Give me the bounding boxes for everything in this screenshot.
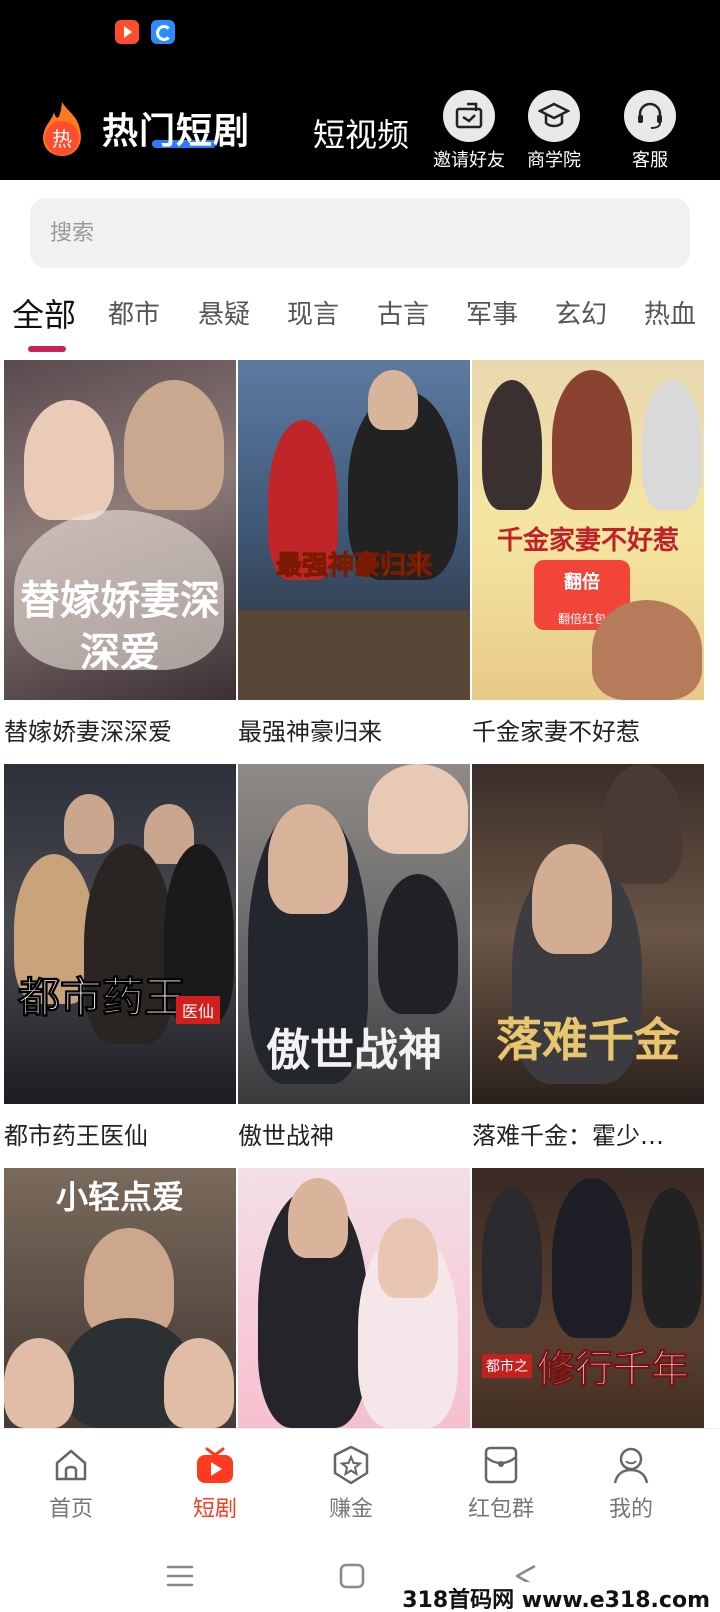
poster-tag: 都市之 <box>482 1354 532 1378</box>
tab-earn-label: 赚金 <box>328 1497 373 1522</box>
fire-logo-icon: 热 <box>38 100 86 158</box>
category-tab-all[interactable]: 全部 <box>12 290 76 336</box>
tv-play-icon <box>195 1445 235 1485</box>
drama-poster <box>238 1168 470 1428</box>
drama-poster: 傲世战神 <box>238 764 470 1104</box>
drama-card[interactable]: 落难千金 落难千金：霍少… <box>472 764 704 1151</box>
tab-red-packet-group[interactable]: 红包群 <box>456 1445 546 1523</box>
tab-short-drama-label: 短剧 <box>192 1497 237 1522</box>
tab-home[interactable]: 首页 <box>26 1445 116 1523</box>
bottom-tab-bar: 首页 短剧 赚金 红包群 我的 <box>0 1428 720 1538</box>
business-school-label: 商学院 <box>527 150 581 171</box>
video-app-notification-icon <box>115 20 139 44</box>
tab-short-video[interactable]: 短视频 <box>313 110 409 156</box>
drama-title: 落难千金：霍少… <box>472 1122 664 1150</box>
category-tab-urban[interactable]: 都市 <box>108 294 160 331</box>
drama-card[interactable] <box>238 1168 470 1428</box>
business-school-button[interactable]: 商学院 <box>509 90 599 172</box>
category-tab-suspense[interactable]: 悬疑 <box>198 294 250 331</box>
drama-card[interactable]: 最强神豪归来 最强神豪归来 <box>238 360 470 747</box>
drama-poster: 千金家妻不好惹 翻倍 翻倍红包 <box>472 360 704 700</box>
tab-home-label: 首页 <box>48 1497 93 1522</box>
customer-service-label: 客服 <box>632 150 668 171</box>
category-tabs: 全部 都市 悬疑 现言 古言 军事 玄幻 热血 <box>0 288 720 352</box>
poster-title: 千金家妻不好惹 <box>496 526 679 556</box>
graduation-cap-icon <box>528 90 580 142</box>
drama-card[interactable]: 小轻点爱 <box>4 1168 236 1428</box>
search-input[interactable] <box>30 198 690 268</box>
header: 热 热门短剧 短视频 邀请好友 商学院 客服 <box>0 80 720 180</box>
app-title[interactable]: 热门短剧 <box>102 102 250 154</box>
drama-poster: 都市药王 医仙 <box>4 764 236 1104</box>
poster-title: 替嫁娇妻深深爱 <box>20 577 220 676</box>
tab-red-packet-group-label: 红包群 <box>467 1497 534 1522</box>
drama-title: 千金家妻不好惹 <box>472 718 640 746</box>
drama-title: 替嫁娇妻深深爱 <box>4 718 172 746</box>
drama-card[interactable]: 替嫁娇妻深深爱 替嫁娇妻深深爱 <box>4 360 236 747</box>
poster-title: 修行千年 <box>536 1346 689 1392</box>
logo-glyph: 热 <box>52 127 72 151</box>
browser-notification-icon <box>151 20 175 44</box>
user-icon <box>611 1445 651 1485</box>
category-tab-military[interactable]: 军事 <box>466 294 518 331</box>
status-bar <box>0 0 720 80</box>
invite-friends-button[interactable]: 邀请好友 <box>424 90 514 172</box>
invite-friends-label: 邀请好友 <box>433 150 505 171</box>
poster-title: 落难千金 <box>496 1013 680 1067</box>
tab-me[interactable]: 我的 <box>586 1445 676 1523</box>
poster-title: 最强神豪归来 <box>275 551 432 582</box>
drama-poster: 替嫁娇妻深深爱 <box>4 360 236 700</box>
poster-title: 小轻点爱 <box>55 1178 184 1216</box>
drama-card[interactable]: 千金家妻不好惹 翻倍 翻倍红包 千金家妻不好惹 <box>472 360 704 747</box>
tab-short-drama[interactable]: 短剧 <box>170 1445 260 1523</box>
drama-title: 最强神豪归来 <box>238 718 382 746</box>
drama-poster: 落难千金 <box>472 764 704 1104</box>
home-icon <box>51 1445 91 1485</box>
category-tab-modern-romance[interactable]: 现言 <box>287 294 339 331</box>
drama-grid: 替嫁娇妻深深爱 替嫁娇妻深深爱 最强神豪归来 最强神豪归来 千金家妻不好惹 翻倍… <box>0 360 720 1428</box>
drama-card[interactable]: 都市药王 医仙 都市药王医仙 <box>4 764 236 1151</box>
headset-icon <box>624 90 676 142</box>
category-tab-hot-blood[interactable]: 热血 <box>644 294 696 331</box>
badge-top-label: 翻倍 <box>564 572 600 593</box>
drama-poster: 小轻点爱 <box>4 1168 236 1428</box>
drama-title: 傲世战神 <box>238 1122 334 1150</box>
customer-service-button[interactable]: 客服 <box>605 90 695 172</box>
drama-poster: 最强神豪归来 <box>238 360 470 700</box>
drama-poster: 都市之 修行千年 <box>472 1168 704 1428</box>
drama-title: 都市药王医仙 <box>4 1122 148 1150</box>
tab-me-label: 我的 <box>608 1497 653 1522</box>
star-badge-icon <box>331 1445 371 1485</box>
home-square-icon[interactable] <box>334 1558 370 1594</box>
category-tab-fantasy[interactable]: 玄幻 <box>555 294 607 331</box>
menu-icon[interactable] <box>162 1558 198 1594</box>
tab-earn[interactable]: 赚金 <box>306 1445 396 1523</box>
active-category-indicator <box>28 346 66 352</box>
poster-title: 傲世战神 <box>266 1025 442 1076</box>
drama-card[interactable]: 傲世战神 傲世战神 <box>238 764 470 1151</box>
watermark: 318首码网 www.e318.com <box>398 1582 714 1612</box>
drama-card[interactable]: 都市之 修行千年 <box>472 1168 704 1428</box>
red-envelope-icon <box>481 1445 521 1485</box>
poster-tag: 医仙 <box>176 996 221 1024</box>
category-tab-ancient-romance[interactable]: 古言 <box>377 294 429 331</box>
search-bar[interactable] <box>30 198 690 268</box>
share-icon <box>443 90 495 142</box>
